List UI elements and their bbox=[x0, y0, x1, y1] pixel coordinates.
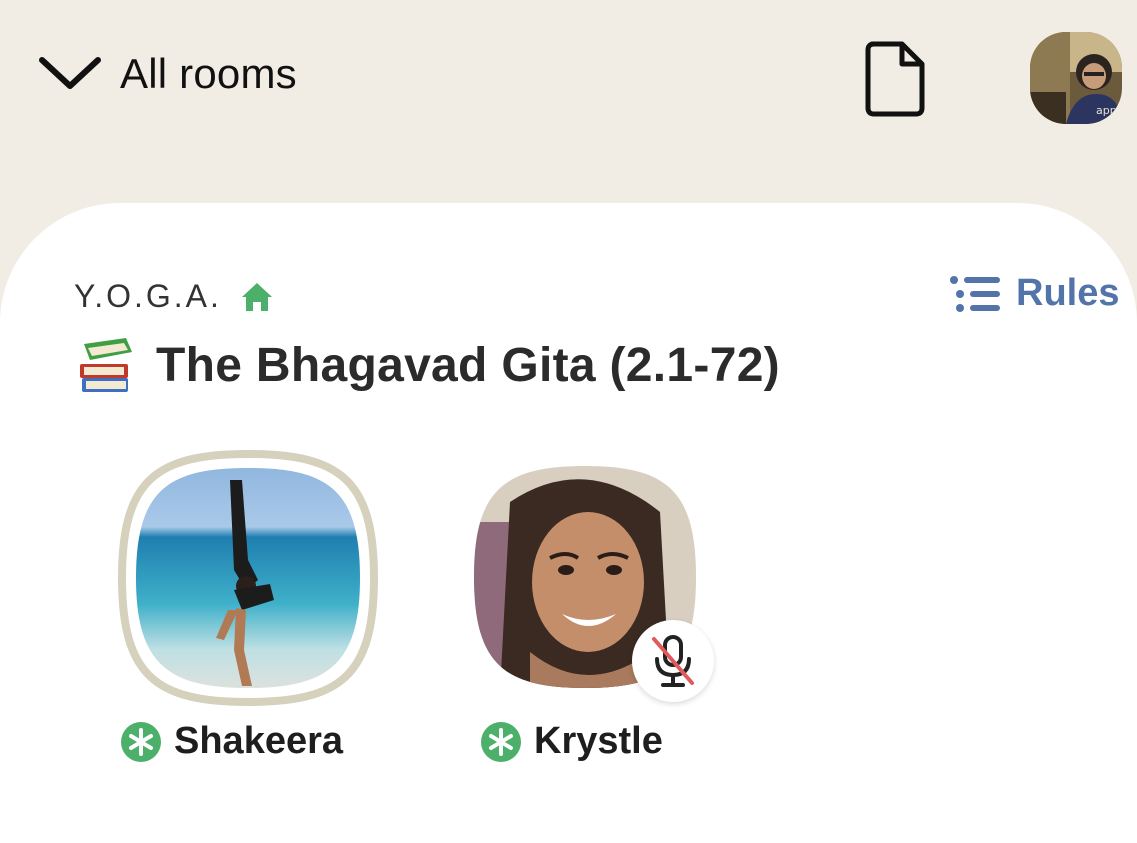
speaker-avatar[interactable] bbox=[117, 449, 379, 707]
books-emoji-icon bbox=[80, 338, 132, 392]
all-rooms-button[interactable]: All rooms bbox=[38, 44, 297, 104]
speaker-name-row: Shakeera bbox=[120, 720, 343, 763]
profile-avatar[interactable]: app bbox=[1030, 32, 1122, 124]
all-rooms-label: All rooms bbox=[120, 50, 297, 97]
room-title-row: The Bhagavad Gita (2.1-72) bbox=[78, 334, 780, 396]
club-link[interactable]: Y.O.G.A. bbox=[74, 278, 274, 315]
moderator-star-icon bbox=[481, 721, 521, 762]
list-icon bbox=[950, 275, 1000, 312]
moderator-star-icon bbox=[121, 721, 161, 762]
chevron-down-icon bbox=[38, 44, 104, 104]
rules-button[interactable]: Rules bbox=[948, 272, 1119, 315]
document-icon[interactable] bbox=[862, 38, 928, 118]
speaker-name: Shakeera bbox=[174, 720, 344, 762]
svg-text:app: app bbox=[1096, 104, 1117, 117]
club-name: Y.O.G.A. bbox=[74, 278, 222, 314]
room-title: The Bhagavad Gita (2.1-72) bbox=[156, 338, 780, 392]
speaker-name-row: Krystle bbox=[480, 720, 663, 763]
speaker-name: Krystle bbox=[534, 720, 663, 762]
home-icon bbox=[240, 281, 274, 313]
mic-off-icon bbox=[652, 635, 694, 687]
muted-indicator bbox=[632, 620, 714, 702]
top-bar: All rooms app bbox=[0, 0, 1137, 200]
rules-label: Rules bbox=[1016, 272, 1120, 314]
